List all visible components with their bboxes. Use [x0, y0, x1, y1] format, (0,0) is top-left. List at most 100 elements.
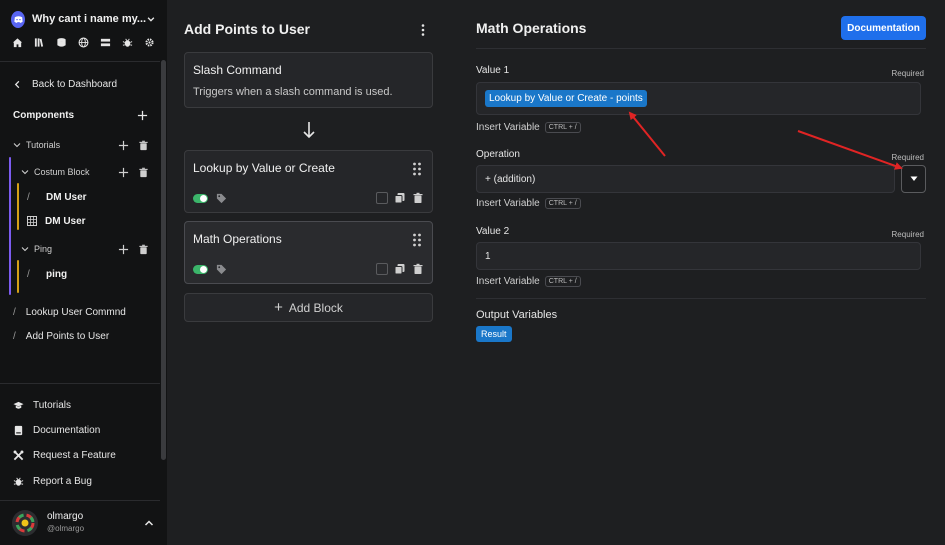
block-enabled-toggle[interactable] — [193, 265, 208, 274]
bug-icon[interactable] — [122, 36, 134, 48]
trigger-card[interactable]: Slash Command Triggers when a slash comm… — [184, 52, 433, 108]
grid-block-icon — [27, 216, 37, 226]
chevron-down-icon — [13, 143, 21, 148]
copy-icon[interactable] — [394, 192, 406, 204]
insert-variable-link[interactable]: Insert Variable CTRL + / — [476, 122, 581, 133]
trash-icon[interactable] — [138, 167, 149, 178]
shortcut-badge: CTRL + / — [544, 276, 581, 287]
sidebar-scrollbar[interactable] — [161, 60, 166, 460]
trash-icon[interactable] — [138, 244, 149, 255]
command-add-points[interactable]: / Add Points to User — [13, 329, 109, 343]
folder-tutorials[interactable]: Tutorials — [13, 138, 149, 152]
trash-icon[interactable] — [412, 192, 424, 204]
slash-command-icon: / — [13, 330, 16, 342]
command-label: Add Points to User — [25, 330, 110, 342]
chevron-down-icon — [21, 247, 29, 252]
insert-variable-link[interactable]: Insert Variable CTRL + / — [476, 198, 581, 209]
home-icon[interactable] — [11, 36, 23, 48]
graduation-cap-icon — [13, 401, 24, 409]
bug-icon — [13, 477, 24, 486]
drag-handle-icon[interactable] — [412, 233, 422, 247]
divider — [476, 298, 926, 299]
database-icon[interactable] — [55, 36, 67, 48]
operation-value: + (addition) — [485, 173, 536, 185]
user-name: olmargo — [47, 511, 84, 522]
add-block-button[interactable]: + Add Block — [184, 293, 433, 322]
value1-input[interactable]: Lookup by Value or Create - points — [476, 82, 921, 115]
block-enabled-toggle[interactable] — [193, 194, 208, 203]
link-label: Report a Bug — [33, 475, 92, 487]
value2-label: Value 2 — [476, 226, 510, 237]
drag-handle-icon[interactable] — [412, 162, 422, 176]
command-dm-user[interactable]: / DM User — [27, 190, 87, 204]
sidebar: Why cant i name my... Back to Dashboard … — [0, 0, 167, 545]
chevron-down-icon — [21, 170, 29, 175]
block-card-math[interactable]: Math Operations — [184, 221, 433, 284]
folder-costum-block[interactable]: Costum Block — [21, 165, 149, 179]
report-bug-link[interactable]: Report a Bug — [13, 474, 92, 488]
output-variables-title: Output Variables — [476, 309, 558, 321]
documentation-button[interactable]: Documentation — [841, 16, 926, 40]
more-options-icon[interactable] — [418, 23, 428, 37]
tree-indent-bar — [17, 260, 19, 293]
divider — [476, 48, 926, 49]
slash-command-icon: / — [27, 268, 30, 280]
add-icon[interactable] — [118, 140, 129, 151]
avatar — [12, 510, 38, 536]
add-component-icon[interactable] — [137, 110, 148, 121]
block-checkbox[interactable] — [376, 192, 388, 204]
command-label: ping — [46, 268, 68, 280]
components-label: Components — [13, 110, 75, 121]
folder-label: Tutorials — [26, 140, 61, 150]
tag-icon[interactable] — [216, 193, 227, 204]
trigger-subtitle: Triggers when a slash command is used. — [193, 86, 393, 98]
discord-icon — [11, 10, 25, 28]
documentation-link[interactable]: Documentation — [13, 423, 100, 437]
block-dm-user[interactable]: DM User — [27, 214, 86, 228]
globe-icon[interactable] — [77, 36, 89, 48]
result-variable-chip[interactable]: Result — [476, 326, 512, 342]
library-icon[interactable] — [33, 36, 45, 48]
chevron-up-icon — [144, 520, 154, 526]
request-feature-link[interactable]: Request a Feature — [13, 448, 116, 462]
operation-select[interactable]: + (addition) — [476, 165, 895, 193]
plus-icon: + — [274, 299, 283, 316]
copy-icon[interactable] — [394, 263, 406, 275]
insert-variable-link[interactable]: Insert Variable CTRL + / — [476, 276, 581, 287]
shortcut-badge: CTRL + / — [544, 122, 581, 133]
trash-icon[interactable] — [138, 140, 149, 151]
insert-variable-label: Insert Variable — [476, 198, 540, 209]
command-lookup-user[interactable]: / Lookup User Commnd — [13, 305, 126, 319]
tutorials-link[interactable]: Tutorials — [13, 398, 71, 412]
divider — [0, 500, 160, 501]
command-ping[interactable]: / ping — [27, 267, 67, 281]
chevron-down-icon[interactable] — [146, 13, 156, 25]
block-label: DM User — [45, 215, 86, 227]
trigger-title: Slash Command — [193, 63, 282, 77]
book-icon — [14, 425, 23, 435]
user-menu[interactable]: olmargo @olmargo — [12, 510, 154, 536]
layout-icon[interactable] — [100, 36, 112, 48]
add-icon[interactable] — [118, 167, 129, 178]
link-label: Documentation — [33, 424, 101, 436]
slash-command-icon: / — [27, 191, 30, 203]
back-to-dashboard-link[interactable]: Back to Dashboard — [13, 79, 117, 90]
arrow-down-icon — [303, 122, 315, 139]
insert-variable-label: Insert Variable — [476, 276, 540, 287]
block-title: Lookup by Value or Create — [193, 161, 335, 175]
folder-ping[interactable]: Ping — [21, 242, 149, 256]
value2-input[interactable]: 1 — [476, 242, 921, 270]
required-label: Required — [891, 230, 924, 239]
trash-icon[interactable] — [412, 263, 424, 275]
operation-dropdown-button[interactable] — [901, 165, 926, 193]
variable-chip[interactable]: Lookup by Value or Create - points — [485, 90, 647, 107]
command-label: DM User — [46, 191, 87, 203]
tree-indent-bar — [9, 157, 11, 295]
gear-icon[interactable] — [144, 36, 156, 48]
block-title: Math Operations — [193, 232, 282, 246]
server-selector[interactable]: Why cant i name my... — [11, 10, 156, 28]
block-card-lookup[interactable]: Lookup by Value or Create — [184, 150, 433, 213]
add-icon[interactable] — [118, 244, 129, 255]
tag-icon[interactable] — [216, 264, 227, 275]
block-checkbox[interactable] — [376, 263, 388, 275]
